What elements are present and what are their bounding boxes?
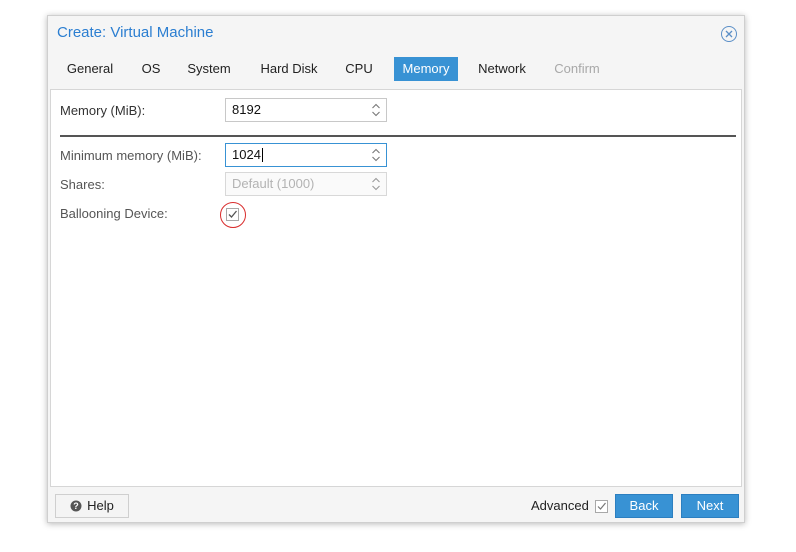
tab-os[interactable]: OS bbox=[135, 57, 167, 81]
checkmark-icon bbox=[228, 210, 237, 218]
min-memory-input[interactable]: 1024 bbox=[225, 143, 387, 167]
close-icon bbox=[725, 30, 733, 38]
memory-panel: Memory (MiB): 8192 Minimum memory (MiB):… bbox=[50, 89, 742, 487]
text-caret bbox=[261, 147, 263, 162]
shares-label: Shares: bbox=[60, 177, 105, 192]
close-button[interactable] bbox=[721, 26, 737, 42]
memory-value: 8192 bbox=[232, 102, 261, 117]
advanced-label: Advanced bbox=[531, 498, 589, 513]
back-button[interactable]: Back bbox=[615, 494, 673, 518]
tab-general[interactable]: General bbox=[57, 57, 123, 81]
min-memory-label: Minimum memory (MiB): bbox=[60, 148, 202, 163]
dialog-title: Create: Virtual Machine bbox=[57, 24, 214, 41]
min-memory-value: 1024 bbox=[232, 147, 263, 162]
shares-spinner-icon bbox=[372, 177, 380, 191]
ballooning-checkbox[interactable] bbox=[226, 208, 239, 221]
help-label: Help bbox=[87, 498, 114, 513]
tab-memory[interactable]: Memory bbox=[394, 57, 458, 81]
ballooning-label: Ballooning Device: bbox=[60, 206, 168, 221]
memory-spinner-icon[interactable] bbox=[370, 101, 382, 119]
shares-input: Default (1000) bbox=[225, 172, 387, 196]
memory-label: Memory (MiB): bbox=[60, 103, 146, 118]
checkmark-icon bbox=[597, 502, 606, 510]
dialog-footer: ? Help Advanced Back Next bbox=[48, 487, 744, 523]
min-memory-spinner-icon[interactable] bbox=[370, 146, 382, 164]
tab-network[interactable]: Network bbox=[472, 57, 532, 81]
question-circle-icon: ? bbox=[70, 500, 82, 512]
tab-system[interactable]: System bbox=[181, 57, 237, 81]
create-vm-dialog: Create: Virtual Machine General OS Syste… bbox=[47, 15, 745, 523]
tab-cpu[interactable]: CPU bbox=[339, 57, 379, 81]
advanced-divider bbox=[60, 135, 736, 137]
tab-hard-disk[interactable]: Hard Disk bbox=[253, 57, 325, 81]
memory-input[interactable]: 8192 bbox=[225, 98, 387, 122]
shares-placeholder: Default (1000) bbox=[232, 176, 315, 191]
tab-confirm: Confirm bbox=[554, 61, 600, 76]
advanced-checkbox[interactable] bbox=[595, 500, 608, 513]
next-button[interactable]: Next bbox=[681, 494, 739, 518]
help-button[interactable]: ? Help bbox=[55, 494, 129, 518]
svg-text:?: ? bbox=[73, 501, 79, 511]
